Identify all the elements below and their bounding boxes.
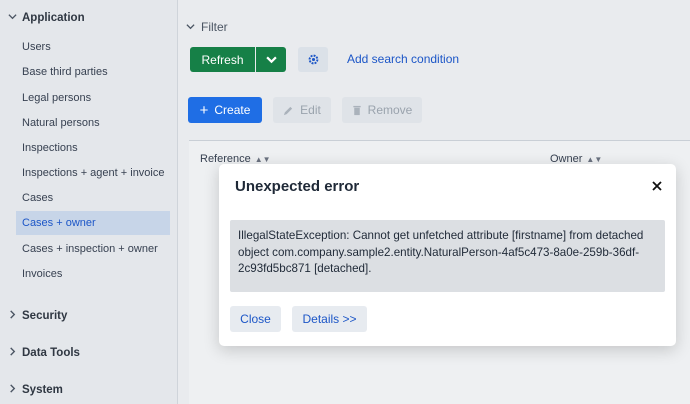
menu-group-label: Data Tools <box>22 347 80 359</box>
menu-group-data-tools[interactable]: Data Tools <box>8 347 80 359</box>
sidebar-item-legal-persons[interactable]: Legal persons <box>16 86 170 110</box>
add-search-condition-link[interactable]: Add search condition <box>347 52 459 66</box>
remove-button-label: Remove <box>367 103 413 117</box>
menu-group-application[interactable]: Application <box>8 12 85 24</box>
chevron-right-icon <box>8 347 16 359</box>
error-dialog: Unexpected error IllegalStateException: … <box>219 164 676 346</box>
sidebar-item-cases-owner[interactable]: Cases + owner <box>16 211 170 235</box>
plus-icon: + <box>199 101 209 119</box>
refresh-options-button[interactable] <box>256 47 286 72</box>
sidebar-item-invoices[interactable]: Invoices <box>16 262 170 286</box>
edit-button[interactable]: Edit <box>273 97 331 123</box>
sidebar-item-natural-persons[interactable]: Natural persons <box>16 111 170 135</box>
sidebar-item-inspections-agent-invoice[interactable]: Inspections + agent + invoice <box>16 161 170 185</box>
menu-group-security[interactable]: Security <box>8 310 67 322</box>
error-message: IllegalStateException: Cannot get unfetc… <box>230 220 665 292</box>
menu-group-system[interactable]: System <box>8 384 63 396</box>
close-icon[interactable] <box>652 178 662 194</box>
menu-group-label: Application <box>22 12 85 24</box>
sidebar-item-cases[interactable]: Cases <box>16 186 170 210</box>
chevron-down-icon <box>186 20 195 34</box>
refresh-button[interactable]: Refresh <box>190 47 255 72</box>
remove-button[interactable]: Remove <box>342 97 422 123</box>
sidebar-item-base-third-parties[interactable]: Base third parties <box>16 60 170 84</box>
edit-button-label: Edit <box>300 103 321 117</box>
chevron-down-icon <box>8 12 17 24</box>
pencil-icon <box>284 106 293 115</box>
trash-icon <box>352 105 361 115</box>
sidebar-item-inspections[interactable]: Inspections <box>16 136 170 160</box>
sort-icon: ▲▼ <box>586 154 603 164</box>
create-button[interactable]: + Create <box>188 97 262 123</box>
menu-group-label: Security <box>22 310 68 322</box>
filter-label: Filter <box>201 20 228 34</box>
chevron-right-icon <box>8 310 16 322</box>
sort-icon: ▲▼ <box>254 154 271 164</box>
chevron-down-icon <box>265 56 277 64</box>
menu-group-label: System <box>22 384 63 396</box>
create-button-label: Create <box>214 103 251 117</box>
sidebar: Application Users Base third parties Leg… <box>0 0 178 404</box>
filter-settings-button[interactable] <box>298 47 328 72</box>
gear-icon <box>308 54 318 65</box>
dialog-title: Unexpected error <box>235 178 360 195</box>
chevron-right-icon <box>8 384 16 396</box>
sidebar-item-users[interactable]: Users <box>16 35 170 59</box>
sidebar-item-cases-inspection-owner[interactable]: Cases + inspection + owner <box>16 237 170 261</box>
close-button[interactable]: Close <box>230 306 281 332</box>
filter-toggle[interactable]: Filter <box>186 20 228 34</box>
details-button[interactable]: Details >> <box>292 306 367 332</box>
